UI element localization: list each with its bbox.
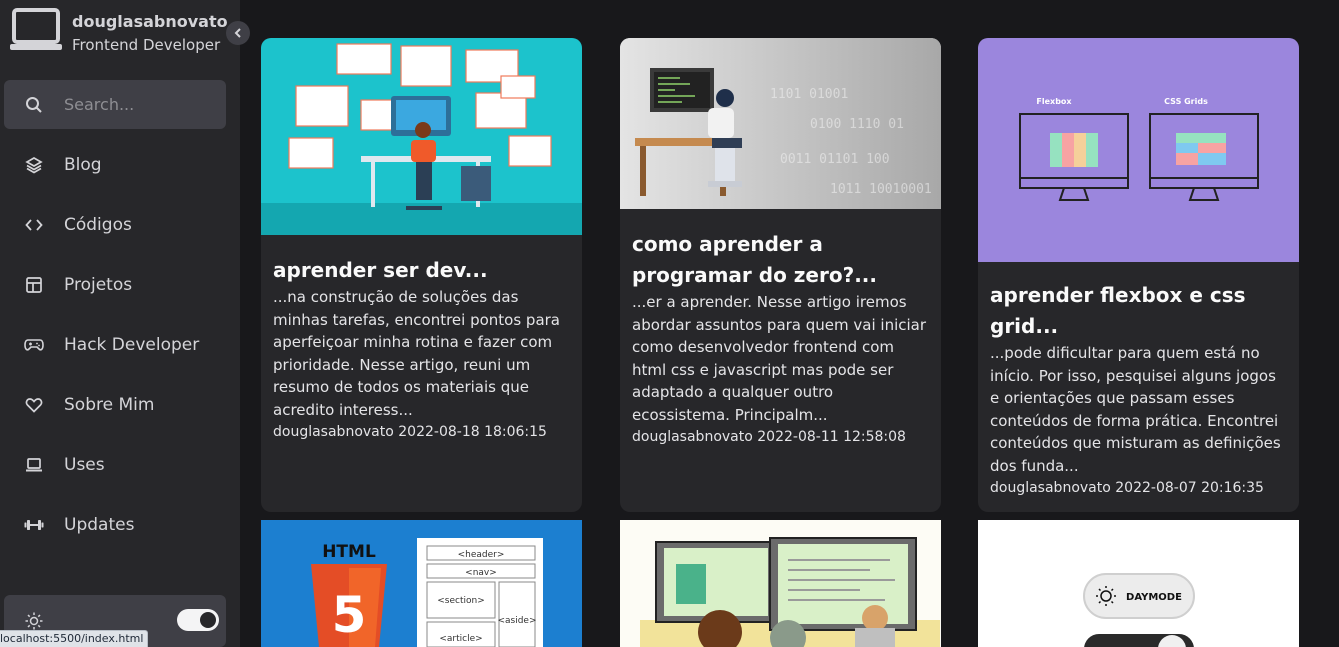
- svg-text:1011 10010001: 1011 10010001: [830, 182, 932, 197]
- post-card[interactable]: 1101 01001 0100 1110 01 0011 01101 100 1011…: [620, 38, 941, 512]
- sidebar: douglasabnovato Frontend Developer Blog …: [0, 0, 250, 647]
- sun-icon: [24, 611, 44, 631]
- sidebar-item-blog[interactable]: Blog: [0, 135, 240, 195]
- post-thumbnail: [620, 520, 941, 647]
- thumb-label-html: HTML: [322, 542, 376, 562]
- post-excerpt: ...er a aprender. Nesse artigo iremos ab…: [632, 293, 927, 424]
- heart-icon: [24, 395, 44, 415]
- laptop-icon: [24, 455, 44, 475]
- sidebar-item-label: Uses: [64, 455, 105, 475]
- browser-status-url: localhost:5500/index.html: [0, 630, 149, 647]
- sidebar-item-codigos[interactable]: Códigos: [0, 195, 240, 255]
- post-card[interactable]: aprender ser dev... ...na construção de …: [261, 38, 582, 512]
- sidebar-nav: Blog Códigos Projetos Hack Developer Sob…: [0, 135, 240, 555]
- profile-role: Frontend Developer: [72, 36, 221, 54]
- sidebar-item-label: Sobre Mim: [64, 395, 155, 415]
- post-card[interactable]: DAYMODE: [978, 520, 1299, 647]
- post-thumbnail: [261, 38, 582, 235]
- thumb-label-article: <article>: [439, 634, 482, 644]
- post-date: 2022-08-07 20:16:35: [1115, 479, 1264, 496]
- post-author: douglasabnovato: [990, 479, 1111, 496]
- sidebar-item-label: Hack Developer: [64, 335, 200, 355]
- sidebar-item-sobre-mim[interactable]: Sobre Mim: [0, 375, 240, 435]
- dumbbell-icon: [24, 515, 44, 535]
- post-thumbnail: DAYMODE: [978, 520, 1299, 647]
- svg-text:1101 01001: 1101 01001: [770, 87, 848, 102]
- sidebar-item-label: Blog: [64, 155, 102, 175]
- laptop-icon: [10, 8, 62, 52]
- post-date: 2022-08-18 18:06:15: [398, 423, 547, 440]
- collapse-sidebar-button[interactable]: [226, 21, 250, 45]
- thumb-label-daymode: DAYMODE: [1126, 592, 1182, 603]
- post-excerpt: ...na construção de soluções das minhas …: [273, 288, 560, 419]
- sidebar-item-updates[interactable]: Updates: [0, 495, 240, 555]
- thumb-label-nav: <nav>: [465, 568, 497, 578]
- layout-icon: [24, 275, 44, 295]
- thumb-label-header: <header>: [458, 550, 505, 560]
- post-meta: douglasabnovato 2022-08-18 18:06:15: [261, 424, 582, 440]
- sidebar-item-projetos[interactable]: Projetos: [0, 255, 240, 315]
- sidebar-item-label: Projetos: [64, 275, 133, 295]
- post-card[interactable]: Flexbox CSS Grids aprender flexbox e css…: [978, 38, 1299, 512]
- post-card[interactable]: [620, 520, 941, 647]
- thumb-label-5: 5: [332, 586, 367, 644]
- chevron-left-icon: [234, 28, 241, 38]
- post-title[interactable]: aprender ser dev...: [261, 255, 582, 286]
- code-icon: [24, 215, 44, 235]
- sidebar-item-hack-developer[interactable]: Hack Developer: [0, 315, 240, 375]
- thumb-label-aside: <aside>: [497, 616, 536, 626]
- search-box[interactable]: [4, 80, 226, 129]
- post-meta: douglasabnovato 2022-08-07 20:16:35: [978, 480, 1299, 496]
- switch-knob: [200, 612, 216, 628]
- dark-mode-switch[interactable]: [177, 609, 219, 631]
- sidebar-item-label: Códigos: [64, 215, 132, 235]
- layers-icon: [24, 155, 44, 175]
- profile[interactable]: douglasabnovato Frontend Developer: [10, 8, 240, 54]
- post-excerpt: ...pode dificultar para quem está no iní…: [990, 344, 1281, 475]
- thumb-label-css-grids: CSS Grids: [1164, 97, 1208, 106]
- post-author: douglasabnovato: [632, 428, 753, 445]
- sidebar-item-uses[interactable]: Uses: [0, 435, 240, 495]
- search-input[interactable]: [64, 95, 214, 114]
- post-title[interactable]: como aprender a programar do zero?...: [620, 229, 941, 291]
- post-thumbnail: 1101 01001 0100 1110 01 0011 01101 100 1011…: [620, 38, 941, 209]
- post-thumbnail: HTML 5 <header> <nav> <section> <aside> …: [261, 520, 582, 647]
- svg-text:0011 01101 100: 0011 01101 100: [780, 152, 890, 167]
- search-icon: [24, 95, 44, 115]
- post-card[interactable]: HTML 5 <header> <nav> <section> <aside> …: [261, 520, 582, 647]
- post-title[interactable]: aprender flexbox e css grid...: [978, 280, 1299, 342]
- thumb-label-section: <section>: [437, 596, 485, 606]
- post-meta: douglasabnovato 2022-08-11 12:58:08: [620, 429, 941, 445]
- thumb-label-flexbox: Flexbox: [1036, 97, 1072, 106]
- svg-text:0100 1110 01: 0100 1110 01: [810, 117, 904, 132]
- post-thumbnail: Flexbox CSS Grids: [978, 38, 1299, 262]
- sidebar-item-label: Updates: [64, 515, 135, 535]
- profile-name: douglasabnovato: [72, 12, 228, 31]
- gamepad-icon: [24, 335, 44, 355]
- post-author: douglasabnovato: [273, 423, 394, 440]
- post-date: 2022-08-11 12:58:08: [757, 428, 906, 445]
